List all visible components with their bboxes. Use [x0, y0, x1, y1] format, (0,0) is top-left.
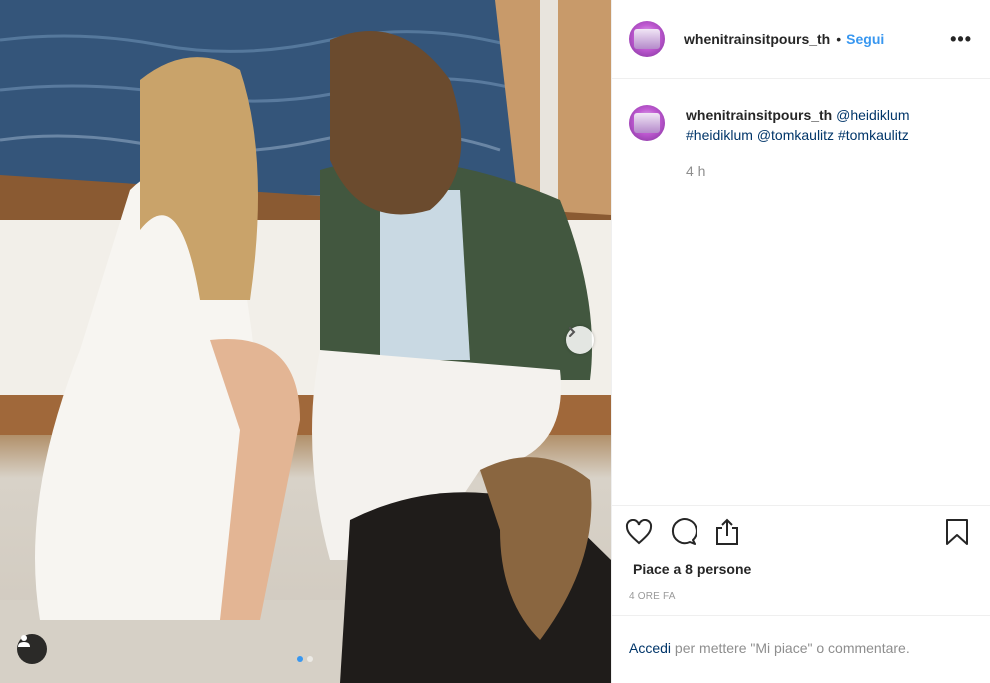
more-options-icon[interactable]: •••: [950, 29, 972, 50]
login-prompt-text: per mettere "Mi piace" o commentare.: [671, 640, 910, 656]
chevron-right-icon: [569, 327, 576, 337]
header-separator: •: [836, 31, 842, 47]
mention-tomkaulitz[interactable]: @tomkaulitz: [757, 127, 834, 143]
share-button[interactable]: [710, 515, 744, 549]
carousel-dots: [297, 656, 313, 662]
photo-illustration: [0, 0, 611, 683]
caption-body: whenitrainsitpours_th @heidiklum #heidik…: [686, 105, 909, 181]
carousel-next-button[interactable]: [566, 326, 594, 354]
login-link[interactable]: Accedi: [629, 640, 671, 656]
caption-avatar[interactable]: [629, 105, 665, 141]
post-actions-area: Piace a 8 persone 4 ORE FA: [612, 505, 990, 602]
tagged-users-button[interactable]: [17, 634, 47, 664]
post-timestamp: 4 ORE FA: [629, 591, 676, 602]
mention-heidiklum[interactable]: @heidiklum: [836, 107, 909, 123]
post-side-panel: whenitrainsitpours_th • Segui ••• whenit…: [611, 0, 990, 683]
caption-time: 4 h: [686, 163, 706, 179]
post-header: whenitrainsitpours_th • Segui •••: [612, 0, 990, 79]
likes-count[interactable]: Piace a 8 persone: [612, 546, 990, 577]
caption-username[interactable]: whenitrainsitpours_th: [686, 107, 832, 123]
heart-icon: [625, 518, 653, 544]
post-photo[interactable]: [0, 0, 611, 683]
like-button[interactable]: [622, 515, 656, 549]
bookmark-icon: [946, 518, 968, 545]
follow-button[interactable]: Segui: [846, 31, 884, 47]
caption: whenitrainsitpours_th @heidiklum #heidik…: [612, 79, 990, 181]
save-button[interactable]: [940, 515, 974, 549]
user-icon: [18, 635, 30, 647]
action-bar: [612, 506, 990, 546]
comment-icon: [671, 517, 697, 545]
author-username[interactable]: whenitrainsitpours_th: [684, 31, 830, 47]
author-avatar[interactable]: [629, 21, 665, 57]
comment-button[interactable]: [666, 515, 700, 549]
login-prompt: Accedi per mettere "Mi piace" o commenta…: [612, 615, 990, 683]
hashtag-tomkaulitz[interactable]: #tomkaulitz: [838, 127, 909, 143]
share-icon: [716, 518, 738, 545]
carousel-dot-2: [307, 656, 313, 662]
carousel-dot-1: [297, 656, 303, 662]
hashtag-heidiklum[interactable]: #heidiklum: [686, 127, 753, 143]
